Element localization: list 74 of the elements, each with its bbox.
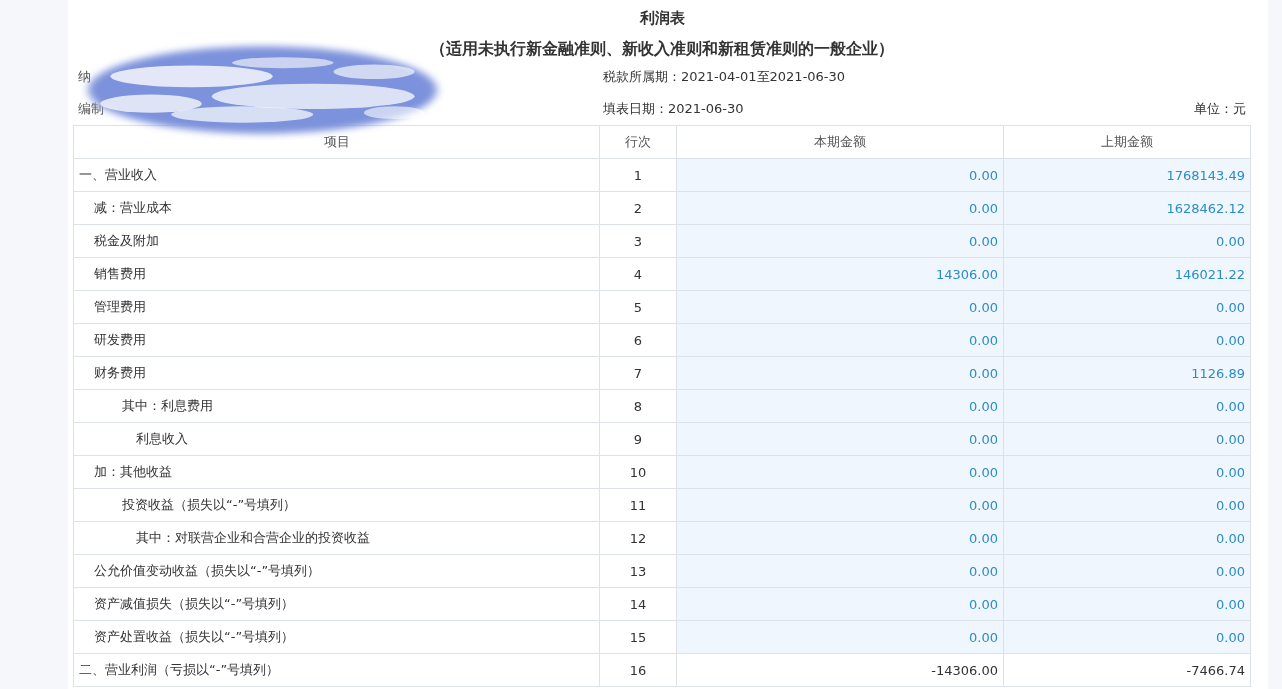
column-header: 本期金额: [676, 125, 1004, 159]
amount-cell: 0.00: [1003, 521, 1251, 555]
line-number-cell: 1: [599, 158, 677, 192]
amount-cell: 0.00: [676, 488, 1004, 522]
amount-cell: 0.00: [676, 389, 1004, 423]
item-cell: 资产处置收益（损失以“-”号填列）: [73, 620, 600, 654]
preparer-label: 编制: [77, 100, 105, 118]
amount-cell: 0.00: [1003, 620, 1251, 654]
amount-cell: 0.00: [1003, 488, 1251, 522]
line-number-cell: 3: [599, 224, 677, 258]
item-cell: 财务费用: [73, 356, 600, 390]
line-number-cell: 10: [599, 455, 677, 489]
line-number-cell: 16: [599, 653, 677, 687]
item-cell: 其中：对联营企业和合营企业的投资收益: [73, 521, 600, 555]
amount-cell: 0.00: [676, 587, 1004, 621]
amount-cell: 0.00: [676, 521, 1004, 555]
fill-date-text: 填表日期：2021-06-30: [603, 100, 745, 118]
amount-cell: 0.00: [1003, 587, 1251, 621]
line-number-cell: 14: [599, 587, 677, 621]
line-number-cell: 15: [599, 620, 677, 654]
amount-cell: 0.00: [676, 356, 1004, 390]
item-cell: 公允价值变动收益（损失以“-”号填列）: [73, 554, 600, 588]
amount-cell: 146021.22: [1003, 257, 1251, 291]
unit-text: 单位：元: [1194, 100, 1247, 118]
line-number-cell: 13: [599, 554, 677, 588]
amount-cell: 0.00: [1003, 224, 1251, 258]
line-number-cell: 5: [599, 290, 677, 324]
line-number-cell: 9: [599, 422, 677, 456]
item-cell: 其中：利息费用: [73, 389, 600, 423]
amount-cell: 0.00: [676, 422, 1004, 456]
line-number-cell: 4: [599, 257, 677, 291]
item-cell: 减：营业成本: [73, 191, 600, 225]
amount-cell: 1768143.49: [1003, 158, 1251, 192]
amount-cell: 14306.00: [676, 257, 1004, 291]
amount-cell: 0.00: [676, 620, 1004, 654]
amount-cell: 0.00: [676, 224, 1004, 258]
line-number-cell: 2: [599, 191, 677, 225]
amount-cell: 0.00: [676, 191, 1004, 225]
item-cell: 资产减值损失（损失以“-”号填列）: [73, 587, 600, 621]
amount-cell: 0.00: [676, 158, 1004, 192]
taxpayer-label: 纳: [77, 68, 92, 86]
amount-cell: 0.00: [1003, 389, 1251, 423]
amount-cell: 0.00: [1003, 290, 1251, 324]
item-cell: 税金及附加: [73, 224, 600, 258]
line-number-cell: 7: [599, 356, 677, 390]
amount-cell: -14306.00: [676, 653, 1004, 687]
item-cell: 投资收益（损失以“-”号填列）: [73, 488, 600, 522]
tax-period-text: 税款所属期：2021-04-01至2021-06-30: [603, 68, 847, 86]
line-number-cell: 6: [599, 323, 677, 357]
item-cell: 研发费用: [73, 323, 600, 357]
amount-cell: 0.00: [676, 455, 1004, 489]
amount-cell: 1126.89: [1003, 356, 1251, 390]
amount-cell: 1628462.12: [1003, 191, 1251, 225]
item-cell: 一、营业收入: [73, 158, 600, 192]
item-cell: 销售费用: [73, 257, 600, 291]
amount-cell: -7466.74: [1003, 653, 1251, 687]
report-subtitle: （适用未执行新金融准则、新收入准则和新租赁准则的一般企业）: [429, 39, 895, 60]
amount-cell: 0.00: [1003, 455, 1251, 489]
line-number-cell: 12: [599, 521, 677, 555]
amount-cell: 0.00: [1003, 554, 1251, 588]
item-cell: 管理费用: [73, 290, 600, 324]
line-number-cell: 11: [599, 488, 677, 522]
item-cell: 二、营业利润（亏损以“-”号填列）: [73, 653, 600, 687]
amount-cell: 0.00: [676, 554, 1004, 588]
amount-cell: 0.00: [676, 290, 1004, 324]
item-cell: 加：其他收益: [73, 455, 600, 489]
line-number-cell: 8: [599, 389, 677, 423]
column-header: 行次: [599, 125, 677, 159]
item-cell: 利息收入: [73, 422, 600, 456]
amount-cell: 0.00: [676, 323, 1004, 357]
report-title: 利润表: [638, 8, 686, 29]
column-header: 上期金额: [1003, 125, 1251, 159]
amount-cell: 0.00: [1003, 323, 1251, 357]
amount-cell: 0.00: [1003, 422, 1251, 456]
